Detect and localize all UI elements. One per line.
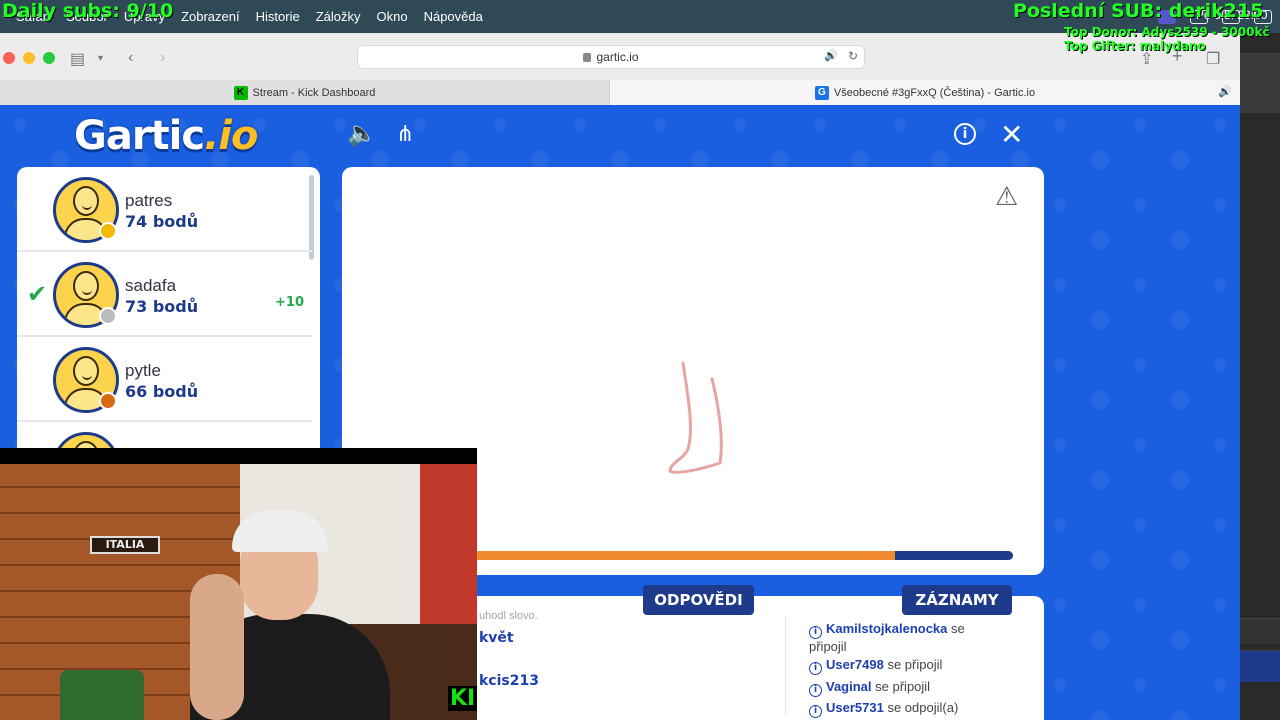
obs-button[interactable]: [1240, 650, 1280, 682]
tab-overview-icon[interactable]: ❐: [1206, 49, 1220, 69]
drink-can: [60, 670, 144, 720]
sketch-stroke: [668, 361, 723, 474]
player-row[interactable]: ✔ sadafa 73 bodů +10: [17, 252, 312, 337]
lock-icon: [583, 52, 592, 62]
tab-kick-dashboard[interactable]: K Stream - Kick Dashboard: [0, 80, 610, 105]
webcam-feed: ITALIA: [0, 464, 477, 720]
player-points: 73 bodů: [125, 297, 199, 316]
kick-logo: KI: [448, 686, 478, 711]
info-icon[interactable]: i: [954, 123, 976, 145]
info-icon: i: [809, 626, 822, 639]
player-name: sadafa: [125, 276, 177, 295]
info-icon: i: [809, 705, 822, 718]
forward-icon[interactable]: ›: [160, 49, 165, 67]
player-round-points: +10: [275, 295, 304, 310]
screen: Safari Soubor Úpravy Zobrazení Historie …: [0, 0, 1280, 720]
tab-bar: K Stream - Kick Dashboard ✕ G Všeobecné …: [0, 80, 1240, 105]
minimize-window-button[interactable]: [23, 52, 35, 64]
player-name: pytle: [125, 361, 161, 380]
sidebar-icon[interactable]: ▤: [70, 49, 85, 69]
log-item: i Kamilstojkalenocka se připojil: [809, 621, 999, 654]
menu-historie[interactable]: Historie: [256, 9, 300, 24]
close-icon[interactable]: ✕: [1000, 118, 1023, 151]
top-gifter-overlay: Top Gifter: malydano: [1064, 39, 1206, 53]
log-item: i User5731 se odpojil(a): [809, 700, 999, 718]
reload-icon[interactable]: ↻: [848, 49, 858, 63]
tab-title: Stream - Kick Dashboard: [252, 86, 376, 99]
address-bar[interactable]: gartic.io 🔊 ↻: [357, 45, 865, 69]
sound-icon[interactable]: 🔈: [347, 119, 377, 148]
window-controls: [3, 52, 55, 64]
webcam-overlay: ITALIA: [0, 448, 477, 720]
audio-icon[interactable]: 🔊: [824, 49, 838, 62]
player-row[interactable]: patres 74 bodů: [17, 167, 312, 252]
player-name: patres: [125, 191, 173, 210]
streamer-arm: [190, 574, 244, 720]
obs-strip: [1240, 33, 1280, 720]
menu-napoveda[interactable]: Nápověda: [424, 9, 483, 24]
logo-text: Gartic: [74, 113, 205, 159]
close-window-button[interactable]: [3, 52, 15, 64]
chevron-down-icon[interactable]: ▾: [98, 53, 103, 64]
webcam-flag-red: [420, 464, 477, 624]
player-row[interactable]: pytle 66 bodů: [17, 337, 312, 422]
player-points: 74 bodů: [125, 212, 199, 231]
player-points: 66 bodů: [125, 382, 199, 401]
top-donor-overlay: Top Donor: Adys2539 - 3000kč: [1064, 25, 1270, 39]
log-action: se odpojil(a): [887, 700, 959, 715]
obs-preview: [1240, 53, 1280, 113]
tab-audio-icon[interactable]: 🔊: [1218, 85, 1232, 98]
player-badge-icon: [99, 307, 117, 325]
tab-gartic[interactable]: G Všeobecné #3gFxxQ (Čeština) - Gartic.i…: [610, 80, 1240, 105]
menu-zobrazeni[interactable]: Zobrazení: [181, 9, 240, 24]
log-user: User7498: [826, 657, 884, 672]
zoom-window-button[interactable]: [43, 52, 55, 64]
log-action: se připojil: [875, 679, 931, 694]
obs-panel: [1240, 618, 1280, 644]
share-icon[interactable]: ⋔: [396, 121, 414, 147]
tab-title: Všeobecné #3gFxxQ (Čeština) - Gartic.io: [833, 86, 1036, 99]
records-tab[interactable]: ZÁZNAMY: [902, 585, 1012, 615]
daily-subs-overlay: Daily subs: 9/10: [2, 0, 174, 22]
info-icon: i: [809, 662, 822, 675]
browser-toolbar: ▤ ▾ ‹ › gartic.io 🔊 ↻ ⇪ + ❐ K Stream - K…: [0, 33, 1240, 105]
round-timer-bar: [475, 551, 1013, 560]
url-text: gartic.io: [596, 50, 639, 64]
answer-item: kcis213: [479, 673, 539, 689]
back-icon[interactable]: ‹: [128, 49, 133, 67]
info-icon: i: [809, 684, 822, 697]
player-badge-icon: [99, 222, 117, 240]
menu-okno[interactable]: Okno: [377, 9, 408, 24]
menu-zalozky[interactable]: Záložky: [316, 9, 361, 24]
log-action: se připojil: [887, 657, 943, 672]
gartic-favicon-icon: G: [814, 85, 829, 100]
webcam-sign: ITALIA: [90, 536, 160, 554]
log-user: User5731: [826, 700, 884, 715]
log-user: Vaginal: [826, 679, 872, 694]
gartic-logo[interactable]: Gartic.io: [74, 113, 258, 159]
answers-tab[interactable]: ODPOVĚDI: [643, 585, 754, 615]
log-user: Kamilstojkalenocka: [826, 621, 948, 636]
last-sub-overlay: Poslední SUB: derik215: [1013, 0, 1264, 22]
player-list: patres 74 bodů ✔ sadafa 73 bodů +10 pytl…: [17, 167, 320, 457]
answer-item: květ: [479, 630, 514, 646]
guessed-check-icon: ✔: [27, 280, 48, 308]
answers-header: uhodl slovo.: [479, 610, 538, 622]
log-item: i User7498 se připojil: [809, 657, 999, 675]
round-timer-fill: [475, 551, 895, 560]
kick-favicon-icon: K: [233, 85, 248, 100]
panel-divider: [785, 617, 786, 717]
log-item: i Vaginal se připojil: [809, 679, 999, 697]
player-badge-icon: [99, 392, 117, 410]
logo-suffix: .io: [204, 113, 258, 159]
